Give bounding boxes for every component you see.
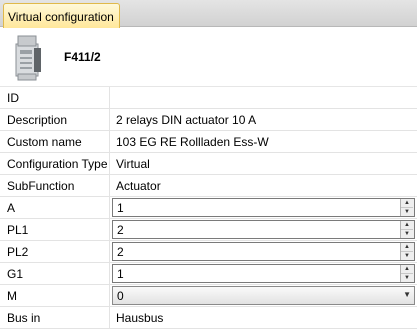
property-row-bus-in: Bus in Hausbus — [0, 307, 417, 329]
stepper-value[interactable]: 2 — [117, 245, 124, 259]
stepper-arrows: ▲ ▼ — [400, 221, 414, 238]
property-row-m: M 0 ▼ — [0, 285, 417, 307]
property-value-bus-in: Hausbus — [110, 307, 417, 328]
g1-stepper[interactable]: 1 ▲ ▼ — [112, 264, 415, 283]
stepper-value[interactable]: 1 — [117, 201, 124, 215]
property-value-m: 0 ▼ — [110, 285, 417, 306]
stepper-up-icon[interactable]: ▲ — [401, 199, 413, 208]
property-label: G1 — [0, 263, 110, 284]
pl2-stepper[interactable]: 2 ▲ ▼ — [112, 242, 415, 261]
din-rail-module-icon — [10, 34, 46, 82]
property-label: Bus in — [0, 307, 110, 328]
property-row-description: Description 2 relays DIN actuator 10 A — [0, 109, 417, 131]
property-label: PL1 — [0, 219, 110, 240]
device-header: F411/2 — [0, 27, 417, 87]
m-dropdown[interactable]: 0 ▼ — [112, 286, 415, 305]
property-row-subfunction: SubFunction Actuator — [0, 175, 417, 197]
property-value-id — [110, 87, 417, 108]
stepper-arrows: ▲ ▼ — [400, 243, 414, 260]
stepper-down-icon[interactable]: ▼ — [401, 274, 413, 282]
property-value-pl2: 2 ▲ ▼ — [110, 241, 417, 262]
property-row-pl1: PL1 2 ▲ ▼ — [0, 219, 417, 241]
stepper-value[interactable]: 2 — [117, 223, 124, 237]
pl1-stepper[interactable]: 2 ▲ ▼ — [112, 220, 415, 239]
property-value-a: 1 ▲ ▼ — [110, 197, 417, 218]
property-row-custom-name: Custom name 103 EG RE Rollladen Ess-W — [0, 131, 417, 153]
stepper-value[interactable]: 1 — [117, 267, 124, 281]
property-value-text: Actuator — [116, 179, 161, 193]
chevron-down-icon[interactable]: ▼ — [403, 290, 411, 299]
property-value-pl1: 2 ▲ ▼ — [110, 219, 417, 240]
stepper-down-icon[interactable]: ▼ — [401, 230, 413, 238]
property-label: ID — [0, 87, 110, 108]
tab-label: Virtual configuration — [8, 10, 114, 24]
stepper-up-icon[interactable]: ▲ — [401, 265, 413, 274]
property-label: M — [0, 285, 110, 306]
property-value-subfunction: Actuator — [110, 175, 417, 196]
stepper-up-icon[interactable]: ▲ — [401, 221, 413, 230]
tab-bar: Virtual configuration — [0, 0, 417, 28]
property-label: SubFunction — [0, 175, 110, 196]
stepper-arrows: ▲ ▼ — [400, 199, 414, 216]
a-stepper[interactable]: 1 ▲ ▼ — [112, 198, 415, 217]
property-row-configuration-type: Configuration Type Virtual — [0, 153, 417, 175]
property-label: Description — [0, 109, 110, 130]
property-label: Configuration Type — [0, 153, 110, 174]
custom-name-field[interactable]: 103 EG RE Rollladen Ess-W — [110, 131, 417, 152]
stepper-arrows: ▲ ▼ — [400, 265, 414, 282]
property-value-text: Virtual — [116, 157, 150, 171]
device-name: F411/2 — [64, 50, 101, 64]
tab-virtual-configuration[interactable]: Virtual configuration — [3, 3, 120, 28]
property-row-g1: G1 1 ▲ ▼ — [0, 263, 417, 285]
property-label: Custom name — [0, 131, 110, 152]
property-value-text: 2 relays DIN actuator 10 A — [116, 113, 257, 127]
dropdown-value: 0 — [117, 289, 124, 303]
property-row-id: ID — [0, 87, 417, 109]
property-value-g1: 1 ▲ ▼ — [110, 263, 417, 284]
property-grid: ID Description 2 relays DIN actuator 10 … — [0, 87, 417, 329]
property-row-a: A 1 ▲ ▼ — [0, 197, 417, 219]
property-label: PL2 — [0, 241, 110, 262]
property-value-description: 2 relays DIN actuator 10 A — [110, 109, 417, 130]
property-value-text: 103 EG RE Rollladen Ess-W — [116, 135, 269, 149]
stepper-up-icon[interactable]: ▲ — [401, 243, 413, 252]
property-row-pl2: PL2 2 ▲ ▼ — [0, 241, 417, 263]
property-value-text: Hausbus — [116, 311, 164, 325]
stepper-down-icon[interactable]: ▼ — [401, 208, 413, 216]
property-label: A — [0, 197, 110, 218]
property-value-configuration-type: Virtual — [110, 153, 417, 174]
stepper-down-icon[interactable]: ▼ — [401, 252, 413, 260]
